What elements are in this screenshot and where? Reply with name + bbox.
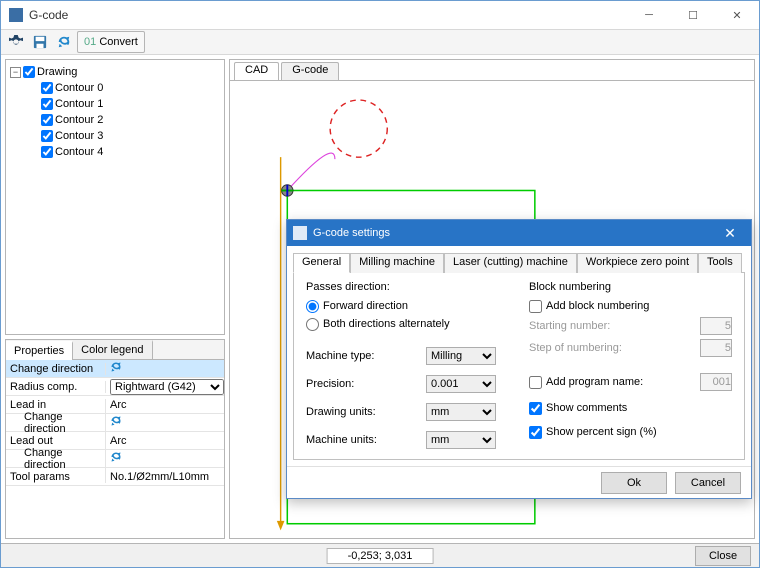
checkbox-add-block-numbering[interactable] [529, 300, 542, 313]
tab-properties[interactable]: Properties [6, 341, 73, 360]
machine-type-select[interactable]: Milling [426, 347, 496, 365]
gcode-settings-dialog: G-code settings ✕ General Milling machin… [286, 219, 752, 499]
refresh-icon[interactable] [110, 361, 122, 376]
tab-milling-machine[interactable]: Milling machine [350, 253, 444, 273]
tab-laser-machine[interactable]: Laser (cutting) machine [444, 253, 577, 273]
tree-item-contour-1[interactable]: Contour 1 [28, 96, 222, 112]
titlebar: G-code ─ ☐ ✕ [1, 1, 759, 29]
window-title: G-code [29, 8, 627, 22]
tab-general[interactable]: General [293, 253, 350, 273]
tree-item-checkbox[interactable] [41, 98, 53, 110]
radio-forward[interactable] [306, 300, 319, 313]
program-name-input[interactable] [700, 373, 732, 391]
dialog-icon [293, 226, 307, 240]
drawing-units-select[interactable]: mm [426, 403, 496, 421]
minimize-button[interactable]: ─ [627, 1, 671, 29]
statusbar: -0,253; 3,031 Close [1, 543, 759, 567]
radio-both[interactable] [306, 318, 319, 331]
dialog-title: G-code settings [313, 227, 390, 239]
tree-root-drawing[interactable]: − Drawing [10, 64, 222, 80]
tree-item-contour-4[interactable]: Contour 4 [28, 144, 222, 160]
tree-item-contour-0[interactable]: Contour 0 [28, 80, 222, 96]
prop-tool-params[interactable]: Tool paramsNo.1/Ø2mm/L10mm [6, 468, 224, 486]
dialog-titlebar: G-code settings ✕ [287, 220, 751, 246]
checkbox-show-percent[interactable] [529, 426, 542, 439]
block-numbering-group: Block numbering Add block numbering Star… [529, 281, 732, 359]
tab-gcode[interactable]: G-code [281, 62, 339, 80]
reload-button[interactable] [53, 31, 75, 53]
tree-item-checkbox[interactable] [41, 130, 53, 142]
prop-lead-in-change-dir[interactable]: Change direction [6, 414, 224, 432]
prop-lead-out-change-dir[interactable]: Change direction [6, 450, 224, 468]
passes-direction-group: Passes direction: Forward direction Both… [306, 281, 509, 333]
machine-units-select[interactable]: mm [426, 431, 496, 449]
convert-button[interactable]: 01 Convert [77, 31, 145, 53]
tree-item-contour-2[interactable]: Contour 2 [28, 112, 222, 128]
checkbox-add-program-name[interactable] [529, 376, 542, 389]
tree-item-checkbox[interactable] [41, 146, 53, 158]
app-icon [9, 8, 23, 22]
tree-item-checkbox[interactable] [41, 82, 53, 94]
step-number-input[interactable] [700, 339, 732, 357]
radius-comp-select[interactable]: Rightward (G42) [110, 379, 224, 395]
checkbox-show-comments[interactable] [529, 402, 542, 415]
prop-radius-comp[interactable]: Radius comp.Rightward (G42) [6, 378, 224, 396]
maximize-button[interactable]: ☐ [671, 1, 715, 29]
tree-item-checkbox[interactable] [41, 114, 53, 126]
tab-cad[interactable]: CAD [234, 62, 279, 80]
close-button[interactable]: Close [695, 546, 751, 566]
toolbar: 01 Convert [1, 29, 759, 55]
prop-change-direction[interactable]: Change direction [6, 360, 224, 378]
tree-panel: − Drawing Contour 0Contour 1Contour 2Con… [5, 59, 225, 335]
settings-button[interactable] [5, 31, 27, 53]
coordinates-display: -0,253; 3,031 [327, 548, 434, 564]
tab-workpiece-zero[interactable]: Workpiece zero point [577, 253, 698, 273]
properties-panel: Properties Color legend Change direction… [5, 339, 225, 539]
save-button[interactable] [29, 31, 51, 53]
convert-icon: 01 [84, 36, 96, 48]
refresh-icon[interactable] [110, 451, 122, 466]
precision-select[interactable]: 0.001 [426, 375, 496, 393]
tree-root-checkbox[interactable] [23, 66, 35, 78]
tab-color-legend[interactable]: Color legend [73, 340, 152, 359]
dialog-close-button[interactable]: ✕ [715, 220, 745, 246]
close-window-button[interactable]: ✕ [715, 1, 759, 29]
tree-item-contour-3[interactable]: Contour 3 [28, 128, 222, 144]
tab-tools[interactable]: Tools [698, 253, 742, 273]
refresh-icon[interactable] [110, 415, 122, 430]
ok-button[interactable]: Ok [601, 472, 667, 494]
starting-number-input[interactable] [700, 317, 732, 335]
cancel-button[interactable]: Cancel [675, 472, 741, 494]
tree-collapse-icon[interactable]: − [10, 67, 21, 78]
